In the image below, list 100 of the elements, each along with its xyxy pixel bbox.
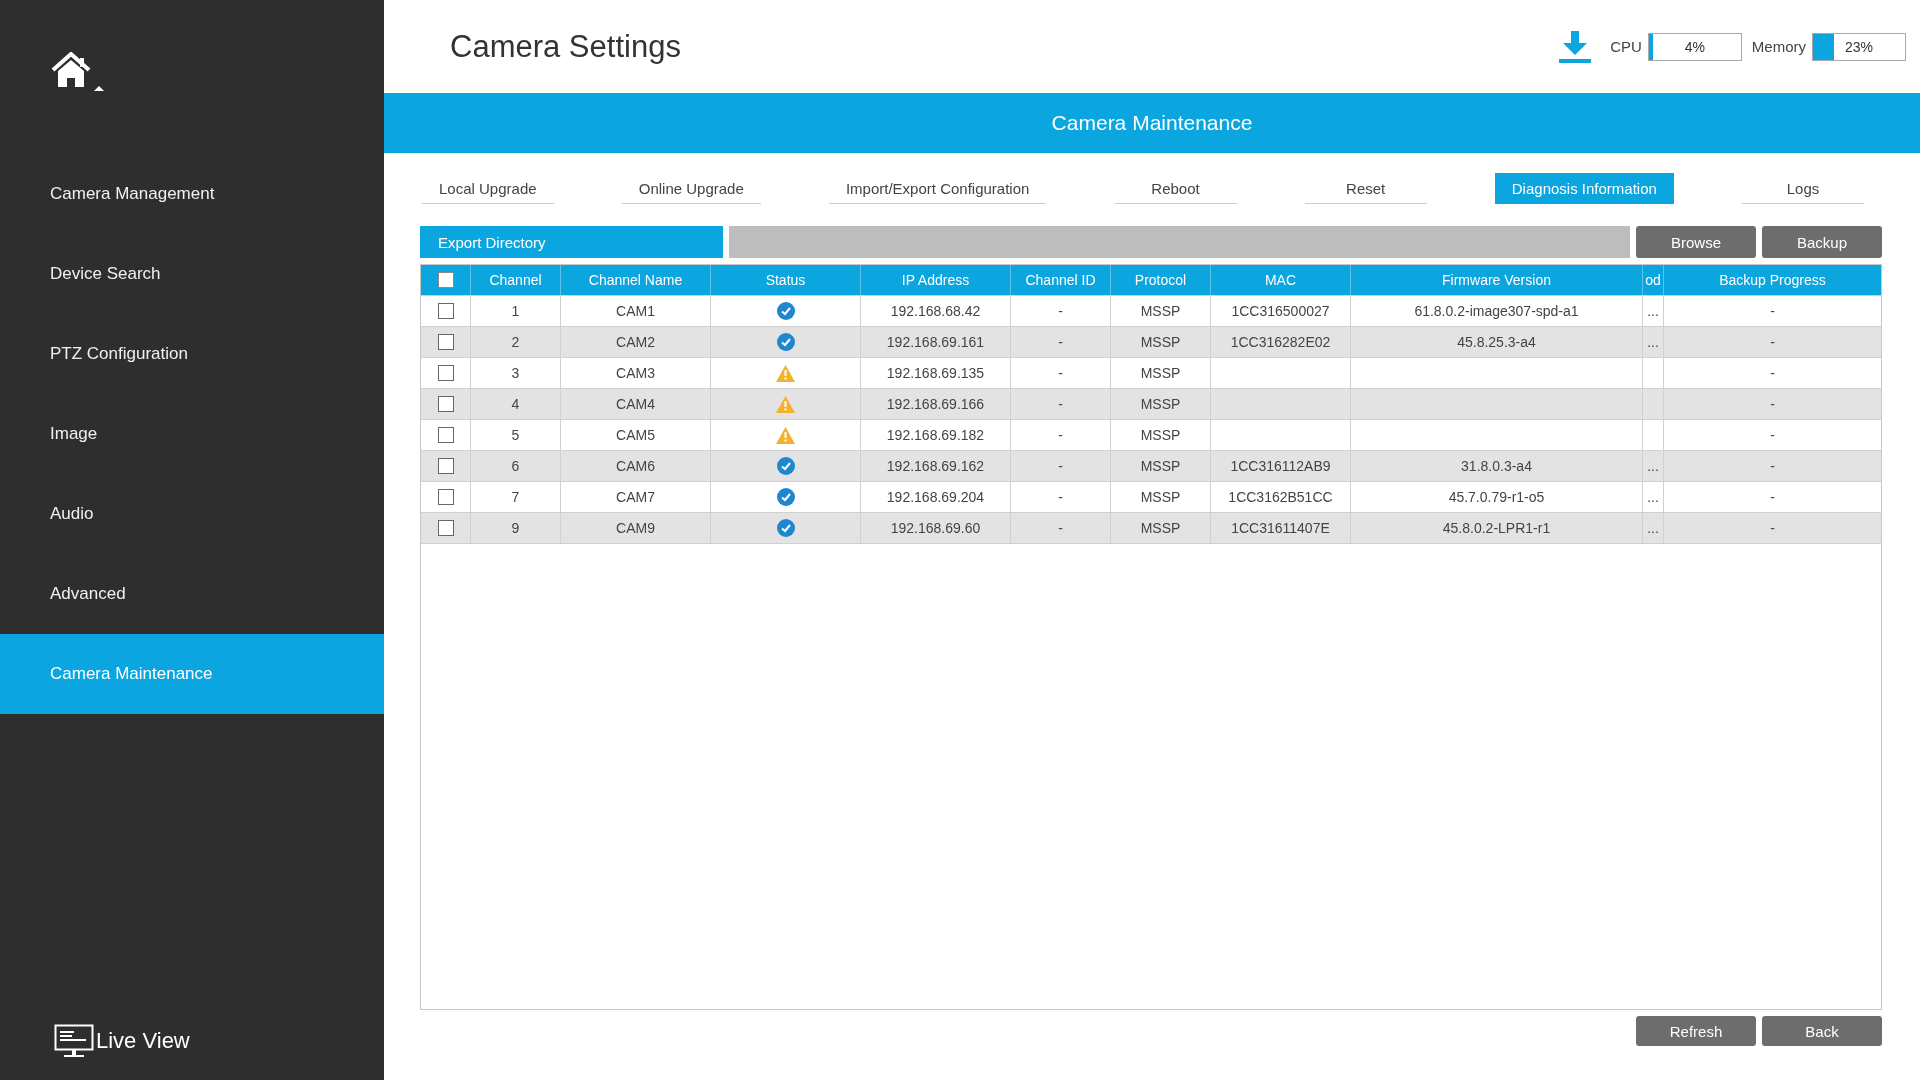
monitor-icon[interactable]	[54, 1024, 94, 1058]
table-cell: 4	[471, 389, 561, 419]
sidebar-item[interactable]: Image	[0, 394, 384, 474]
sidebar-item[interactable]: Device Search	[0, 234, 384, 314]
table-cell: ...	[1643, 296, 1664, 326]
table-cell: 6	[471, 451, 561, 481]
table-cell: CAM4	[561, 389, 711, 419]
table-cell: MSSP	[1111, 389, 1211, 419]
table-cell: 192.168.69.135	[861, 358, 1011, 388]
table-cell: 1	[471, 296, 561, 326]
tab[interactable]: Import/Export Configuration	[828, 173, 1047, 204]
table-cell: 192.168.68.42	[861, 296, 1011, 326]
table-cell-text: -	[1769, 488, 1776, 507]
table-cell: MSSP	[1111, 296, 1211, 326]
row-checkbox[interactable]	[437, 334, 454, 350]
select-all-checkbox[interactable]	[437, 272, 454, 288]
action-button[interactable]: Browse	[1636, 226, 1756, 258]
table-cell: -	[1011, 420, 1111, 450]
cpu-label: CPU	[1610, 38, 1642, 55]
column-header: Firmware Version	[1351, 265, 1643, 295]
footer-button[interactable]: Back	[1762, 1016, 1882, 1046]
row-checkbox[interactable]	[437, 303, 454, 319]
tab[interactable]: Online Upgrade	[621, 173, 761, 204]
table-cell: 9	[471, 513, 561, 543]
directory-field[interactable]	[729, 226, 1630, 258]
table-cell: MSSP	[1111, 358, 1211, 388]
table-cell-text: -	[1769, 395, 1776, 414]
table-cell-text: -	[1769, 426, 1776, 445]
table-cell: MSSP	[1111, 420, 1211, 450]
column-header: MAC	[1211, 265, 1351, 295]
section-banner: Camera Maintenance	[384, 93, 1920, 153]
table-cell: CAM9	[561, 513, 711, 543]
action-button[interactable]: Backup	[1762, 226, 1882, 258]
cpu-reading: 4%	[1684, 38, 1705, 55]
table-cell: -	[1011, 358, 1111, 388]
table-cell-text: -	[1769, 333, 1776, 352]
table-cell: ...	[1643, 513, 1664, 543]
table-cell: 192.168.69.60	[861, 513, 1011, 543]
column-header: Channel Name	[561, 265, 711, 295]
table-cell-text: -	[1769, 519, 1776, 538]
row-checkbox[interactable]	[437, 365, 454, 381]
row-checkbox[interactable]	[437, 427, 454, 443]
export-directory-label: Export Directory	[420, 226, 723, 258]
table-cell: 192.168.69.162	[861, 451, 1011, 481]
table-cell: 192.168.69.182	[861, 420, 1011, 450]
live-view-link[interactable]: Live View	[96, 1028, 190, 1054]
table-cell-text: -	[1769, 457, 1776, 476]
table-cell: 61.8.0.2-image307-spd-a1	[1351, 296, 1643, 326]
table-cell: 2	[471, 327, 561, 357]
tab[interactable]: Logs	[1742, 173, 1864, 204]
sidebar-item[interactable]: Camera Management	[0, 154, 384, 234]
memory-label: Memory	[1751, 38, 1806, 55]
page-title: Camera Settings	[450, 28, 681, 65]
table-cell: -	[1011, 482, 1111, 512]
table-cell: MSSP	[1111, 513, 1211, 543]
column-header: Status	[711, 265, 861, 295]
table-cell: ...	[1643, 327, 1664, 357]
column-header: Backup Progress	[1718, 271, 1827, 290]
table-cell: CAM7	[561, 482, 711, 512]
footer-button[interactable]: Refresh	[1636, 1016, 1756, 1046]
table-cell: -	[1011, 389, 1111, 419]
table-cell: ...	[1643, 482, 1664, 512]
table-cell: -	[1011, 296, 1111, 326]
table-cell: ...	[1643, 451, 1664, 481]
tab[interactable]: Local Upgrade	[422, 173, 554, 204]
row-checkbox[interactable]	[437, 520, 454, 536]
column-header: Channel ID	[1011, 265, 1111, 295]
table-cell: CAM6	[561, 451, 711, 481]
table-cell: 45.8.0.2-LPR1-r1	[1351, 513, 1643, 543]
download-icon[interactable]	[1558, 30, 1593, 63]
table-cell: 192.168.69.161	[861, 327, 1011, 357]
table-cell: 1CC316112AB9	[1211, 451, 1351, 481]
table-cell: CAM2	[561, 327, 711, 357]
table-cell: 5	[471, 420, 561, 450]
table-cell: 1CC31611407E	[1211, 513, 1351, 543]
table-cell: -	[1011, 451, 1111, 481]
table-cell: 1CC316500027	[1211, 296, 1351, 326]
tab[interactable]: Reboot	[1114, 173, 1237, 204]
column-header: Protocol	[1111, 265, 1211, 295]
table-cell: 7	[471, 482, 561, 512]
table-cell: 1CC316282E02	[1211, 327, 1351, 357]
column-header: Channel	[471, 265, 561, 295]
table-cell: CAM5	[561, 420, 711, 450]
sidebar-item[interactable]: PTZ Configuration	[0, 314, 384, 394]
row-checkbox[interactable]	[437, 458, 454, 474]
table-cell: -	[1011, 327, 1111, 357]
sidebar-item[interactable]: Advanced	[0, 554, 384, 634]
memory-reading: 23%	[1845, 38, 1873, 55]
table-cell-text: -	[1769, 302, 1776, 321]
column-header: od	[1643, 265, 1664, 295]
table-cell: CAM1	[561, 296, 711, 326]
row-checkbox[interactable]	[437, 396, 454, 412]
row-checkbox[interactable]	[437, 489, 454, 505]
table-cell: 45.8.25.3-a4	[1351, 327, 1643, 357]
tab[interactable]: Reset	[1304, 173, 1427, 204]
sidebar-item[interactable]: Audio	[0, 474, 384, 554]
column-header: IP Address	[861, 265, 1011, 295]
table-cell: MSSP	[1111, 327, 1211, 357]
table-cell: 31.8.0.3-a4	[1351, 451, 1643, 481]
table-cell: 192.168.69.204	[861, 482, 1011, 512]
